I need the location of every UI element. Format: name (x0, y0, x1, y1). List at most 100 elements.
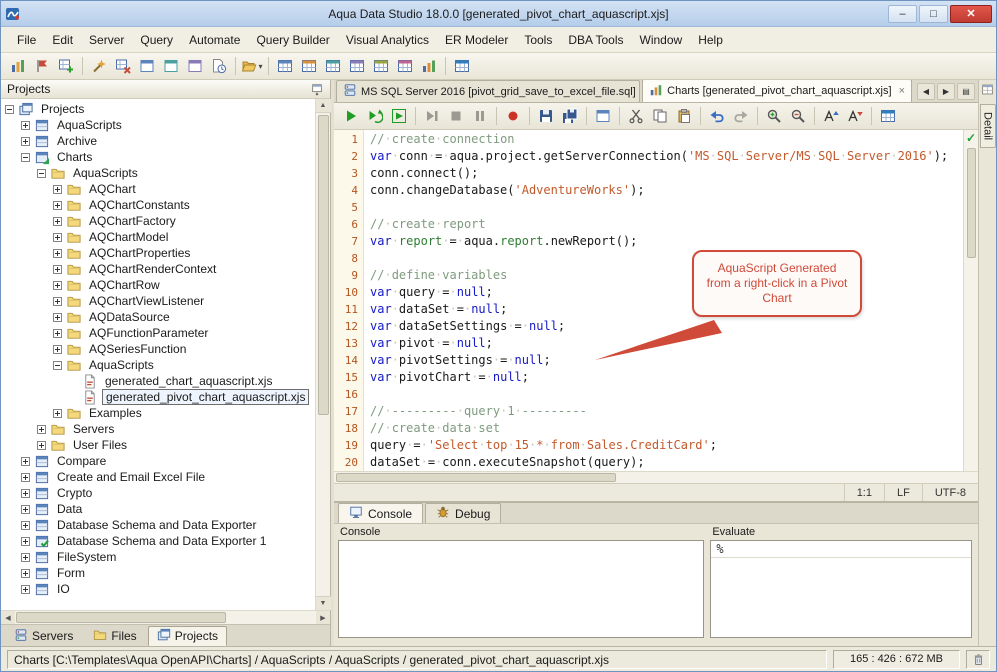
tree-item-aqfunctionparameter[interactable]: AQFunctionParameter (1, 325, 315, 341)
menu-query[interactable]: Query (132, 29, 181, 51)
expand-toggle-icon[interactable] (21, 569, 30, 578)
close-button[interactable]: ✕ (950, 5, 992, 23)
panel-tab-projects[interactable]: Projects (148, 626, 227, 646)
expand-toggle-icon[interactable] (53, 409, 62, 418)
scroll-up-icon[interactable]: ▲ (316, 99, 331, 113)
doc-tab-ms-sql-server-2016-pivot-grid-[interactable]: MS SQL Server 2016 [pivot_grid_save_to_e… (336, 80, 640, 102)
caret-position[interactable]: 1:1 (844, 484, 884, 501)
form-view-icon[interactable] (393, 55, 417, 77)
pause-icon[interactable] (468, 105, 492, 127)
code-editor[interactable]: //·create·connectionvar·conn·=·aqua.proj… (364, 130, 963, 471)
menu-er-modeler[interactable]: ER Modeler (437, 29, 516, 51)
tree-item-aqdatasource[interactable]: AQDataSource (1, 309, 315, 325)
tree-item-io[interactable]: IO (1, 581, 315, 597)
execute-script-icon[interactable] (363, 105, 387, 127)
redo-icon[interactable] (729, 105, 753, 127)
garbage-collect-button[interactable] (966, 650, 990, 669)
evaluate-prompt[interactable]: % (711, 541, 971, 558)
chart-view-icon[interactable] (417, 55, 441, 77)
expand-toggle-icon[interactable] (53, 201, 62, 210)
scroll-down-icon[interactable]: ▼ (316, 596, 331, 610)
float-panel-icon[interactable] (310, 82, 324, 96)
expand-toggle-icon[interactable] (21, 473, 30, 482)
expand-toggle-icon[interactable] (53, 233, 62, 242)
menu-dba-tools[interactable]: DBA Tools (560, 29, 631, 51)
expand-toggle-icon[interactable] (53, 265, 62, 274)
tree-item-generated-chart-aquascript-xjs[interactable]: generated_chart_aquascript.xjs (1, 373, 315, 389)
menu-visual-analytics[interactable]: Visual Analytics (338, 29, 437, 51)
expand-toggle-icon[interactable] (53, 249, 62, 258)
compare-files-icon[interactable] (876, 105, 900, 127)
tree-item-user-files[interactable]: User Files (1, 437, 315, 453)
tree-item-aqchartrendercontext[interactable]: AQChartRenderContext (1, 261, 315, 277)
paste-icon[interactable] (672, 105, 696, 127)
import-tool-icon[interactable] (159, 55, 183, 77)
scroll-thumb[interactable] (967, 148, 976, 258)
menu-edit[interactable]: Edit (44, 29, 81, 51)
open-file-icon[interactable]: ▾ (240, 55, 264, 77)
collapse-toggle-icon[interactable] (5, 105, 14, 114)
font-increase-icon[interactable] (819, 105, 843, 127)
expand-toggle-icon[interactable] (21, 137, 30, 146)
tree-item-database-schema-and-data-exporter-1[interactable]: Database Schema and Data Exporter 1 (1, 533, 315, 549)
expand-toggle-icon[interactable] (21, 537, 30, 546)
console-output[interactable] (338, 540, 704, 638)
tree-item-generated-pivot-chart-aquascript-xjs[interactable]: generated_pivot_chart_aquascript.xjs (1, 389, 315, 405)
menu-server[interactable]: Server (81, 29, 132, 51)
connect-server-icon[interactable] (30, 55, 54, 77)
tree-item-aqchartconstants[interactable]: AQChartConstants (1, 197, 315, 213)
tree-item-aquascripts[interactable]: AquaScripts (1, 117, 315, 133)
execute-icon[interactable] (339, 105, 363, 127)
maximize-button[interactable]: □ (919, 5, 948, 23)
scroll-track[interactable] (15, 611, 316, 624)
tree-item-servers[interactable]: Servers (1, 421, 315, 437)
scroll-thumb[interactable] (16, 612, 226, 623)
tree-item-aqchartmodel[interactable]: AQChartModel (1, 229, 315, 245)
tree-item-examples[interactable]: Examples (1, 405, 315, 421)
detail-grid-icon[interactable] (981, 83, 994, 99)
expand-toggle-icon[interactable] (53, 313, 62, 322)
menu-file[interactable]: File (9, 29, 44, 51)
scroll-thumb[interactable] (318, 115, 329, 415)
tree-item-compare[interactable]: Compare (1, 453, 315, 469)
tree-item-database-schema-and-data-exporter[interactable]: Database Schema and Data Exporter (1, 517, 315, 533)
expand-toggle-icon[interactable] (53, 297, 62, 306)
line-number-gutter[interactable]: 1234567891011121314151617181920 (334, 130, 364, 471)
export-tool-icon[interactable] (183, 55, 207, 77)
expand-toggle-icon[interactable] (53, 329, 62, 338)
evaluate-input[interactable]: % (710, 540, 972, 638)
tree-item-aqchartrow[interactable]: AQChartRow (1, 277, 315, 293)
save-all-icon[interactable] (558, 105, 582, 127)
project-tree[interactable]: ProjectsAquaScriptsArchiveChartsAquaScri… (1, 99, 315, 610)
doc-tab-charts-generated-pivot-chart-a[interactable]: Charts [generated_pivot_chart_aquascript… (642, 80, 912, 102)
next-tab-icon[interactable]: ▶ (937, 83, 955, 100)
visual-analytics-icon[interactable] (450, 55, 474, 77)
text-results-icon[interactable] (369, 55, 393, 77)
expand-toggle-icon[interactable] (53, 281, 62, 290)
zoom-in-icon[interactable] (762, 105, 786, 127)
undo-icon[interactable] (705, 105, 729, 127)
tree-item-aqchartfactory[interactable]: AQChartFactory (1, 213, 315, 229)
menu-window[interactable]: Window (632, 29, 691, 51)
line-ending[interactable]: LF (884, 484, 922, 501)
tab-console[interactable]: Console (338, 503, 423, 523)
scroll-right-icon[interactable]: ▶ (316, 611, 330, 624)
expand-toggle-icon[interactable] (37, 441, 46, 450)
step-icon[interactable] (420, 105, 444, 127)
expand-toggle-icon[interactable] (53, 345, 62, 354)
encoding[interactable]: UTF-8 (922, 484, 978, 501)
pivot-grid-icon[interactable] (345, 55, 369, 77)
expand-toggle-icon[interactable] (21, 505, 30, 514)
editor-horizontal-scrollbar[interactable] (334, 471, 978, 483)
tree-item-aquascripts[interactable]: AquaScripts (1, 357, 315, 373)
tab-detail[interactable]: Detail (980, 104, 996, 148)
close-window-icon[interactable] (111, 55, 135, 77)
results-grid-icon[interactable] (273, 55, 297, 77)
close-tab-icon[interactable]: × (899, 86, 905, 96)
record-macro-icon[interactable] (501, 105, 525, 127)
tree-item-aqchartproperties[interactable]: AQChartProperties (1, 245, 315, 261)
new-database-object-icon[interactable] (54, 55, 78, 77)
tree-item-filesystem[interactable]: FileSystem (1, 549, 315, 565)
expand-toggle-icon[interactable] (21, 457, 30, 466)
tree-item-crypto[interactable]: Crypto (1, 485, 315, 501)
